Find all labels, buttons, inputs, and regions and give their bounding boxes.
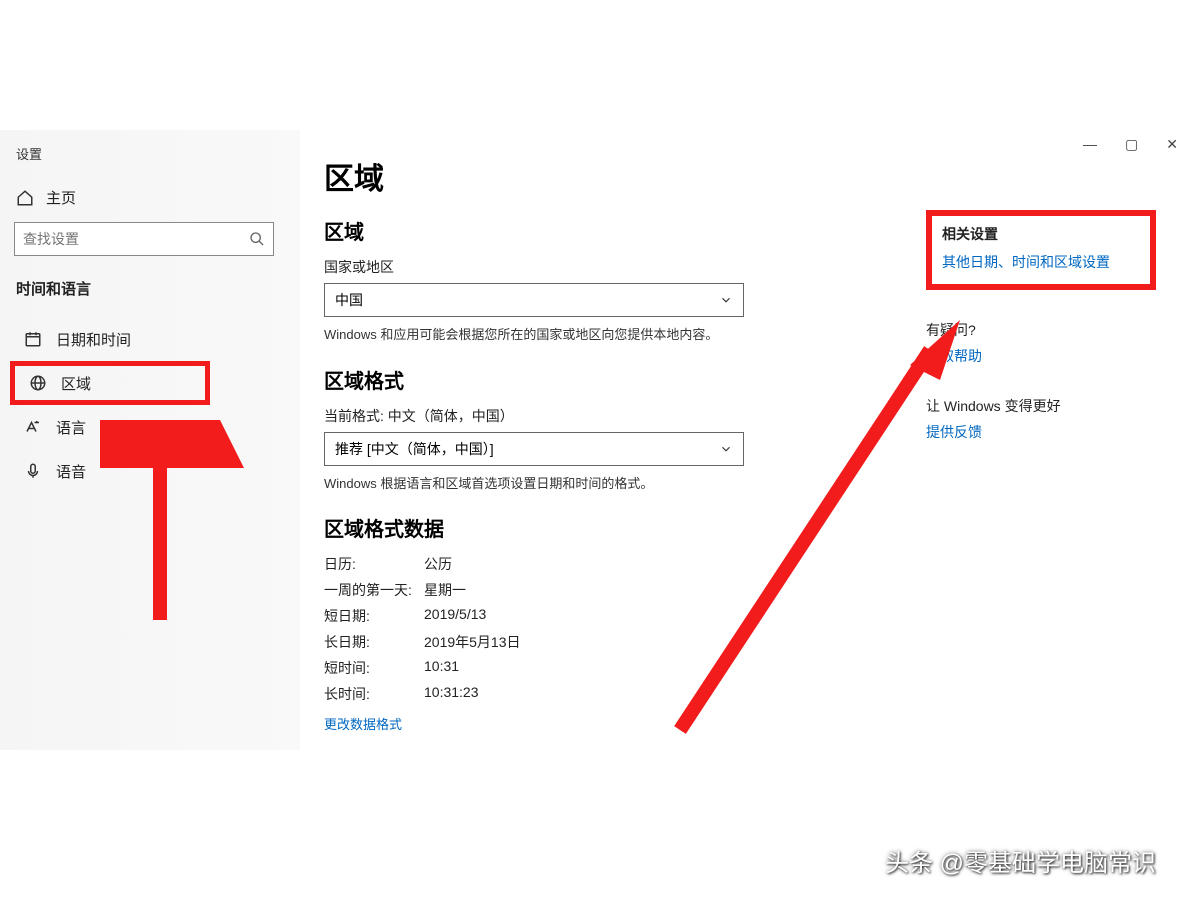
related-link[interactable]: 其他日期、时间和区域设置	[942, 252, 1140, 272]
format-desc: Windows 根据语言和区域首选项设置日期和时间的格式。	[324, 474, 744, 494]
calendar-icon	[24, 330, 42, 348]
country-desc: Windows 和应用可能会根据您所在的国家或地区向您提供本地内容。	[324, 325, 744, 345]
related-settings-box: 相关设置 其他日期、时间和区域设置	[926, 210, 1156, 290]
sidebar-item-language[interactable]: 语言	[10, 405, 300, 449]
data-heading: 区域格式数据	[324, 513, 1176, 542]
feedback-heading: 让 Windows 变得更好	[926, 396, 1156, 416]
format-dropdown[interactable]: 推荐 [中文（简体，中国）]	[324, 432, 744, 466]
search-input[interactable]	[14, 222, 274, 256]
home-label: 主页	[46, 187, 76, 208]
watermark: 头条 @零基础学电脑常识	[885, 843, 1156, 878]
right-pane: 相关设置 其他日期、时间和区域设置 有疑问? 获取帮助 让 Windows 变得…	[926, 210, 1156, 472]
search-field[interactable]	[23, 231, 249, 247]
table-row: 短日期:2019/5/13	[324, 606, 1176, 626]
sidebar-item-label: 日期和时间	[56, 329, 131, 350]
main-content: 区域 区域 国家或地区 中国 Windows 和应用可能会根据您所在的国家或地区…	[300, 130, 1196, 750]
change-format-link[interactable]: 更改数据格式	[324, 714, 1176, 733]
chevron-down-icon	[719, 293, 733, 307]
help-block: 有疑问? 获取帮助	[926, 320, 1156, 366]
home-link[interactable]: 主页	[10, 181, 300, 222]
help-link[interactable]: 获取帮助	[926, 346, 1156, 366]
format-value: 推荐 [中文（简体，中国）]	[335, 439, 494, 459]
sidebar-item-label: 区域	[61, 373, 91, 394]
help-heading: 有疑问?	[926, 320, 1156, 340]
table-row: 长日期:2019年5月13日	[324, 632, 1176, 652]
sidebar-item-datetime[interactable]: 日期和时间	[10, 317, 300, 361]
table-row: 一周的第一天:星期一	[324, 580, 1176, 600]
sidebar-item-region[interactable]: 区域	[10, 361, 210, 405]
sidebar-item-label: 语音	[56, 461, 86, 482]
sidebar-item-speech[interactable]: 语音	[10, 449, 300, 493]
sidebar-item-label: 语言	[56, 417, 86, 438]
globe-icon	[29, 374, 47, 392]
settings-window: — ▢ ✕ 设置 主页 时间和语言 日期和时间 区域 语言 语音	[0, 130, 1196, 750]
chevron-down-icon	[719, 442, 733, 456]
mic-icon	[24, 462, 42, 480]
sidebar-section-label: 时间和语言	[10, 278, 300, 317]
country-dropdown[interactable]: 中国	[324, 283, 744, 317]
sidebar: 设置 主页 时间和语言 日期和时间 区域 语言 语音	[0, 130, 300, 750]
language-icon	[24, 418, 42, 436]
table-row: 长时间:10:31:23	[324, 684, 1176, 704]
home-icon	[16, 189, 34, 207]
page-title: 区域	[324, 154, 1176, 198]
feedback-link[interactable]: 提供反馈	[926, 422, 1156, 442]
country-value: 中国	[335, 290, 363, 310]
table-row: 日历:公历	[324, 554, 1176, 574]
format-data-table: 日历:公历 一周的第一天:星期一 短日期:2019/5/13 长日期:2019年…	[324, 554, 1176, 704]
window-title: 设置	[10, 140, 300, 181]
table-row: 短时间:10:31	[324, 658, 1176, 678]
related-heading: 相关设置	[942, 224, 1140, 244]
search-icon	[249, 231, 265, 247]
feedback-block: 让 Windows 变得更好 提供反馈	[926, 396, 1156, 442]
